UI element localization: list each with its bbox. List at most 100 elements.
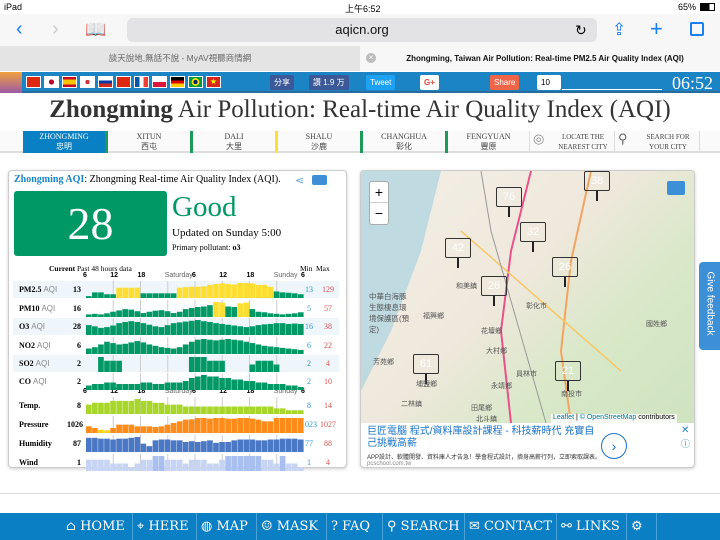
pollutant-row[interactable]: PM10 AQI 16 5 57 — [13, 300, 339, 317]
footer-map[interactable]: ◍ MAP — [197, 513, 257, 540]
history-bar — [297, 410, 304, 414]
city-tab-fengyuan[interactable]: Fengyuan 豐原 — [448, 131, 530, 153]
ad-title[interactable]: 巨匠電腦 程式/資料庫設計課程 - 科技薪時代 充實自己挑戰高薪 — [367, 426, 597, 450]
pollutant-row[interactable]: CO AQI 2 2 10 — [13, 373, 339, 390]
title-rest: Air Pollution: Real-time Air Quality Ind… — [172, 96, 671, 123]
station-marker[interactable]: 76 — [496, 187, 522, 217]
map-label: 中華白海豚生態棲息環境保護區(預定) — [369, 292, 409, 334]
footer-here[interactable]: ⌖ HERE — [133, 513, 197, 540]
settings-icon[interactable]: ⚙ — [627, 513, 657, 540]
footer-search[interactable]: ⚲ SEARCH — [383, 513, 465, 540]
share-button[interactable]: Share — [490, 75, 520, 90]
pollutant-row[interactable]: Temp. 8 8 14 — [13, 397, 339, 414]
history-bar — [255, 344, 262, 354]
station-marker[interactable]: 42 — [445, 238, 471, 268]
history-bar — [116, 344, 122, 354]
city-tab-dali[interactable]: Dali 大里 — [193, 131, 278, 153]
station-marker[interactable]: 38 — [584, 171, 610, 201]
feedback-button[interactable]: Give feedback — [699, 262, 720, 350]
history-bar — [219, 339, 225, 354]
tab-aqicn[interactable]: Zhongming, Taiwan Air Pollution: Real-ti… — [380, 46, 710, 71]
history-bar — [116, 463, 122, 471]
history-bar — [267, 384, 274, 390]
history-bar — [231, 379, 237, 390]
history-bar — [86, 348, 92, 354]
ad-description: APP設計、軟體開發、資料庫人才告急！學會程式設計，擠身高薪行列，立即索取課表。… — [367, 455, 602, 467]
time-tick: 18 — [137, 272, 146, 279]
pollutant-row[interactable]: Wind 114 — [13, 454, 339, 471]
header-max: Max — [316, 264, 330, 273]
city-tab-shalu[interactable]: Shalu 沙鹿 — [278, 131, 363, 153]
tab-myav[interactable]: 談天說地,無話不說 - MyAV視聽商情網 — [0, 46, 360, 71]
station-marker[interactable]: 26 — [552, 257, 578, 287]
footer-contact[interactable]: ✉ CONTACT — [465, 513, 557, 540]
close-tab-icon[interactable]: × — [366, 53, 376, 63]
pollutant-row[interactable]: NO2 AQI 6 6 22 — [13, 337, 339, 354]
ad-arrow-button[interactable]: › — [601, 433, 627, 459]
pollutant-row[interactable]: Humidity 87 77 88 — [13, 435, 339, 452]
forward-icon[interactable]: › — [52, 18, 59, 41]
flag-hk-icon[interactable] — [116, 76, 131, 88]
history-bar — [116, 424, 122, 433]
pollutant-row[interactable]: PM2.5 AQI 13 13 129 — [13, 281, 339, 298]
tweet-button[interactable]: Tweet — [366, 75, 396, 90]
leaflet-link[interactable]: Leaflet — [553, 414, 574, 421]
history-bar — [158, 439, 165, 452]
history-bar — [249, 309, 256, 317]
tabs-icon[interactable] — [690, 22, 704, 36]
pollutant-row[interactable]: Pressure 1026 1023 1027 — [13, 416, 339, 433]
map[interactable]: + − 76 38 42 32 26 26 61 21 中華白海豚生態棲息環境保… — [361, 171, 694, 423]
back-icon[interactable]: ‹ — [16, 18, 23, 41]
url-field[interactable]: aqicn.org — [127, 18, 597, 42]
osm-link[interactable]: © OpenStreetMap — [580, 414, 637, 421]
max-value: 129 — [322, 285, 334, 294]
city-tab-xitun[interactable]: Xitun 西屯 — [108, 131, 193, 153]
google-plus-button[interactable]: G+ — [420, 75, 439, 90]
facebook-like-button[interactable]: 讚 1.9 万 — [309, 75, 349, 90]
flag-fr-icon[interactable] — [134, 76, 149, 88]
flag-cn-icon[interactable] — [26, 76, 41, 88]
layers-icon[interactable] — [667, 181, 685, 195]
city-tab-zhongming[interactable]: Zhongming 忠明 — [23, 131, 108, 153]
time-tick: Sunday — [273, 272, 298, 279]
history-bar — [231, 406, 237, 414]
pollutant-row[interactable]: SO2 AQI 2 2 4 — [13, 355, 339, 372]
footer-mask[interactable]: ☺ MASK — [257, 513, 327, 540]
flag-ru-icon[interactable] — [98, 76, 113, 88]
pollutant-row[interactable]: O3 AQI 28 16 38 — [13, 318, 339, 335]
footer-links[interactable]: ⚯ LINKS — [557, 513, 627, 540]
share-icon[interactable]: ⇪ — [612, 20, 626, 40]
widget-icon[interactable] — [312, 175, 327, 185]
reload-icon[interactable]: ↻ — [575, 22, 587, 39]
history-bar — [170, 313, 177, 317]
flag-de-icon[interactable] — [170, 76, 185, 88]
flag-es-icon[interactable] — [62, 76, 77, 88]
flag-pl-icon[interactable] — [152, 76, 167, 88]
flag-br-icon[interactable] — [188, 76, 203, 88]
city-tab-changhua[interactable]: Changhua 彰化 — [363, 131, 448, 153]
map-label: 和美鎮 — [456, 283, 477, 290]
zoom-in-button[interactable]: + — [370, 182, 388, 203]
station-marker[interactable]: 32 — [520, 222, 546, 252]
facebook-share-button[interactable]: 分享 — [270, 75, 294, 90]
ad-info-icon[interactable]: ⓘ — [681, 437, 690, 450]
footer-faq[interactable]: ? FAQ — [327, 513, 383, 540]
share-icon[interactable]: ⋖ — [295, 174, 304, 187]
flag-vn-icon[interactable]: ★ — [206, 76, 221, 88]
station-marker[interactable]: 21 — [555, 361, 581, 391]
footer-home[interactable]: ⌂ HOME — [62, 513, 133, 540]
slider-track[interactable] — [562, 89, 662, 90]
flag-kr-icon[interactable] — [80, 76, 95, 88]
aqi-heading[interactable]: Zhongming AQI — [14, 174, 84, 185]
aqicn-logo-icon[interactable] — [0, 72, 22, 93]
zoom-out-button[interactable]: − — [370, 203, 388, 224]
new-tab-icon[interactable]: + — [650, 16, 663, 42]
station-marker[interactable]: 61 — [413, 354, 439, 384]
history-bar — [122, 463, 128, 471]
ad-close-icon[interactable]: ✕ — [681, 425, 689, 436]
locate-nearest-button[interactable]: ◎ LOCATE THE NEAREST CITY — [530, 131, 615, 153]
flag-jp-icon[interactable] — [44, 76, 59, 88]
bookmarks-icon[interactable]: 📖 — [85, 20, 106, 40]
station-marker[interactable]: 26 — [481, 276, 507, 306]
search-city-button[interactable]: ⚲ SEARCH FOR YOUR CITY — [615, 131, 700, 153]
